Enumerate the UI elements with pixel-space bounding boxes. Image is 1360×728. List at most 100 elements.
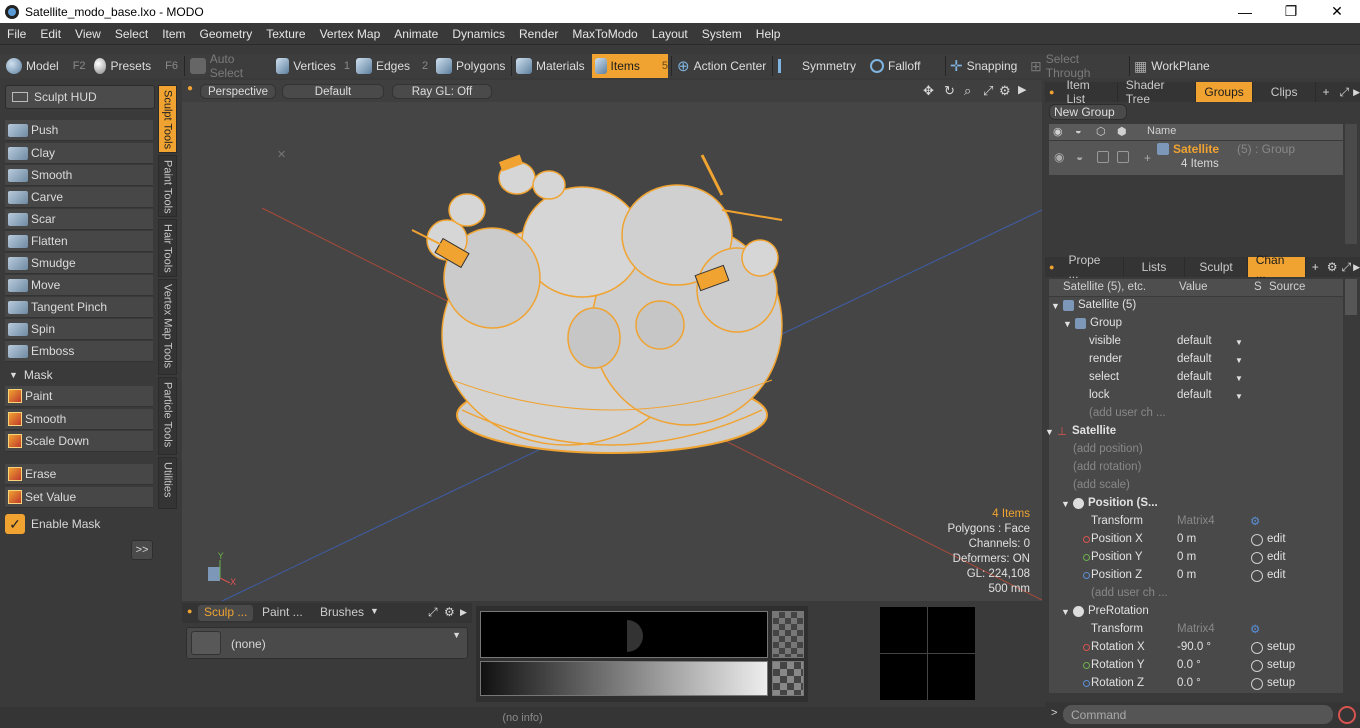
panel-maximize-icon[interactable]: ⤢: [428, 605, 438, 620]
tab-item-list[interactable]: Item List: [1058, 78, 1118, 106]
channel-value[interactable]: default: [1177, 371, 1212, 383]
add-tab-icon[interactable]: +: [1306, 260, 1325, 274]
tab-vertex-map-tools[interactable]: Vertex Map Tools: [158, 279, 177, 375]
group-row-satellite[interactable]: ◉ ◒ + Satellite (5) : Group 4 Items: [1049, 141, 1343, 175]
3d-viewport[interactable]: ● Perspective Default Ray GL: Off ✥ ↻ ⌕ …: [182, 80, 1042, 601]
channel-row[interactable]: ▼ Group: [1049, 315, 1343, 333]
channel-value[interactable]: Matrix4: [1177, 515, 1215, 527]
tab-properties[interactable]: Prope ...: [1058, 253, 1124, 281]
panel-more-icon[interactable]: ▶: [1353, 262, 1360, 273]
secondary-swatch[interactable]: [772, 661, 804, 696]
channels-scrollbar[interactable]: [1345, 279, 1357, 315]
menu-geometry[interactable]: Geometry: [193, 27, 260, 41]
maximize-button[interactable]: ❐: [1268, 0, 1314, 23]
add-tab-icon[interactable]: +: [1316, 85, 1335, 99]
state-radio[interactable]: [1251, 642, 1263, 654]
channel-value[interactable]: default: [1177, 335, 1212, 347]
expand-arrow-icon[interactable]: ▼: [1061, 607, 1070, 617]
tool-move[interactable]: Move: [5, 275, 153, 296]
group-lock-checkbox[interactable]: [1097, 151, 1109, 163]
falloff-button[interactable]: Falloff: [870, 54, 942, 78]
panel-more-icon[interactable]: ▶: [1353, 87, 1360, 98]
state-radio[interactable]: [1251, 570, 1263, 582]
tab-brushes[interactable]: Brushes: [314, 605, 370, 621]
sculpt-hud-button[interactable]: Sculpt HUD: [5, 85, 155, 109]
menu-render[interactable]: Render: [512, 27, 565, 41]
tab-paint-tools[interactable]: Paint Tools: [158, 155, 177, 217]
tab-paint-presets[interactable]: Paint ...: [256, 605, 309, 621]
preset-selector[interactable]: (none) ▼: [186, 627, 468, 659]
grayscale-gradient[interactable]: [480, 661, 768, 696]
menu-edit[interactable]: Edit: [33, 27, 68, 41]
channel-row[interactable]: Rotation Y 0.0 ° setup: [1049, 657, 1343, 675]
set-value-button[interactable]: Set Value: [5, 487, 153, 508]
panel-maximize-icon[interactable]: ⤢: [1335, 85, 1353, 100]
menu-item[interactable]: Item: [155, 27, 192, 41]
tab-groups[interactable]: Groups: [1196, 82, 1253, 102]
tool-tangent-pinch[interactable]: Tangent Pinch: [5, 297, 153, 318]
tool-smudge[interactable]: Smudge: [5, 253, 153, 274]
channel-row[interactable]: (add rotation): [1049, 459, 1343, 477]
tool-spin[interactable]: Spin: [5, 319, 153, 340]
tab-utilities[interactable]: Utilities: [158, 457, 177, 509]
tab-sculpt-tools[interactable]: Sculpt Tools: [158, 85, 177, 153]
tool-push[interactable]: Push: [5, 120, 153, 141]
transform-settings-icon[interactable]: ⚙: [1250, 514, 1260, 528]
new-group-button[interactable]: New Group: [1049, 104, 1127, 120]
panel-settings-icon[interactable]: ⚙: [444, 605, 455, 619]
channel-value[interactable]: -90.0 °: [1177, 641, 1211, 653]
erase-button[interactable]: Erase: [5, 464, 153, 485]
menu-view[interactable]: View: [68, 27, 108, 41]
tool-emboss[interactable]: Emboss: [5, 341, 153, 362]
value-dropdown-icon[interactable]: ▼: [1235, 338, 1243, 347]
channel-value[interactable]: default: [1177, 353, 1212, 365]
state-radio[interactable]: [1251, 678, 1263, 690]
model-button[interactable]: Model F2: [6, 54, 90, 78]
action-center-button[interactable]: ⊕ Action Center: [677, 54, 769, 78]
channel-row[interactable]: Position Z 0 m edit: [1049, 567, 1343, 585]
tab-clips[interactable]: Clips: [1253, 82, 1317, 102]
channel-row[interactable]: (add position): [1049, 441, 1343, 459]
channel-value[interactable]: default: [1177, 389, 1212, 401]
group-visibility-icon[interactable]: ◉: [1054, 150, 1064, 164]
panel-maximize-icon[interactable]: ⤢: [1339, 260, 1353, 275]
edges-button[interactable]: Edges 2: [356, 54, 430, 78]
tool-carve[interactable]: Carve: [5, 187, 153, 208]
expand-arrow-icon[interactable]: ▼: [1061, 499, 1070, 509]
channel-value[interactable]: Matrix4: [1177, 623, 1215, 635]
channel-row[interactable]: ▼ ⊥ Satellite: [1045, 423, 1343, 441]
expand-arrow-icon[interactable]: ▼: [1051, 301, 1060, 311]
mask-tool-smooth[interactable]: Smooth: [5, 409, 153, 430]
tab-particle-tools[interactable]: Particle Tools: [158, 377, 177, 455]
value-dropdown-icon[interactable]: ▼: [1235, 392, 1243, 401]
menu-help[interactable]: Help: [749, 27, 788, 41]
state-radio[interactable]: [1251, 552, 1263, 564]
menu-maxtomodo[interactable]: MaxToModo: [565, 27, 644, 41]
mask-section-header[interactable]: ▼ Mask: [5, 366, 153, 384]
group-select-checkbox[interactable]: [1117, 151, 1129, 163]
channel-row[interactable]: ▼ Position (S...: [1049, 495, 1343, 513]
channel-value[interactable]: 0.0 °: [1177, 659, 1201, 671]
tool-smooth[interactable]: Smooth: [5, 165, 153, 186]
menu-texture[interactable]: Texture: [259, 27, 312, 41]
tab-hair-tools[interactable]: Hair Tools: [158, 219, 177, 277]
snapping-button[interactable]: ✛ Snapping: [950, 54, 1024, 78]
minimize-button[interactable]: —: [1222, 0, 1268, 23]
symmetry-button[interactable]: Symmetry: [778, 54, 864, 78]
mask-tool-scale-down[interactable]: Scale Down: [5, 431, 153, 452]
select-through-button[interactable]: ⊞ Select Through: [1030, 52, 1126, 80]
channel-value[interactable]: 0 m: [1177, 533, 1196, 545]
channel-row[interactable]: (add user ch ...: [1049, 585, 1343, 603]
menu-file[interactable]: File: [0, 27, 33, 41]
close-button[interactable]: ✕: [1314, 0, 1360, 23]
channel-row[interactable]: render default ▼: [1049, 351, 1343, 369]
menu-select[interactable]: Select: [108, 27, 155, 41]
channel-row[interactable]: (add scale): [1049, 477, 1343, 495]
panel-settings-icon[interactable]: ⚙: [1325, 260, 1340, 274]
menu-animate[interactable]: Animate: [387, 27, 445, 41]
tab-lists[interactable]: Lists: [1124, 257, 1186, 277]
tool-clay[interactable]: Clay: [5, 143, 153, 164]
menu-system[interactable]: System: [695, 27, 749, 41]
state-radio[interactable]: [1251, 534, 1263, 546]
channel-value[interactable]: 0 m: [1177, 551, 1196, 563]
